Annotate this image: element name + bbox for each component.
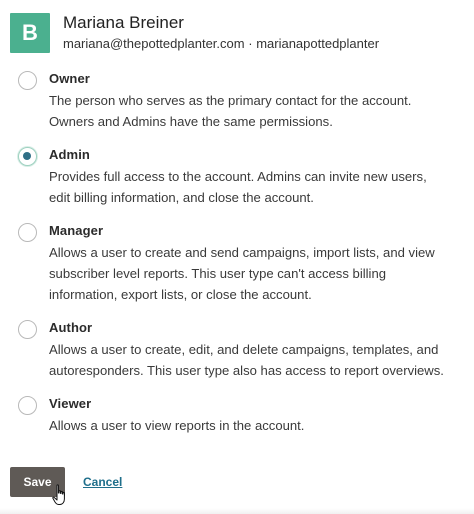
role-description: Allows a user to create, edit, and delet…: [49, 342, 444, 378]
user-username: marianapottedplanter: [256, 36, 380, 51]
radio-author[interactable]: [18, 320, 37, 339]
user-info: Mariana Breiner mariana@thepottedplanter…: [63, 12, 379, 53]
role-body: Author Allows a user to create, edit, an…: [49, 318, 468, 381]
user-header: B Mariana Breiner mariana@thepottedplant…: [10, 13, 379, 53]
role-description: The person who serves as the primary con…: [49, 93, 412, 129]
radio-viewer[interactable]: [18, 396, 37, 415]
user-name: Mariana Breiner: [63, 13, 184, 32]
role-option-admin[interactable]: Admin Provides full access to the accoun…: [18, 145, 468, 208]
separator: ·: [248, 36, 253, 51]
cancel-link[interactable]: Cancel: [83, 475, 122, 489]
role-option-viewer[interactable]: Viewer Allows a user to view reports in …: [18, 394, 468, 436]
role-title: Owner: [49, 71, 90, 86]
role-body: Owner The person who serves as the prima…: [49, 69, 468, 132]
radio-admin[interactable]: [18, 147, 37, 166]
user-role-settings: B Mariana Breiner mariana@thepottedplant…: [0, 0, 474, 514]
radio-manager[interactable]: [18, 223, 37, 242]
role-option-owner[interactable]: Owner The person who serves as the prima…: [18, 69, 468, 132]
role-title: Author: [49, 320, 93, 335]
user-email: mariana@thepottedplanter.com: [63, 36, 245, 51]
avatar: B: [10, 13, 50, 53]
role-title: Viewer: [49, 396, 92, 411]
role-option-manager[interactable]: Manager Allows a user to create and send…: [18, 221, 468, 305]
role-body: Manager Allows a user to create and send…: [49, 221, 468, 305]
hand-pointer-icon: [52, 484, 65, 505]
role-description: Provides full access to the account. Adm…: [49, 169, 427, 205]
role-title: Admin: [49, 147, 90, 162]
role-options: Owner The person who serves as the prima…: [18, 69, 468, 449]
role-title: Manager: [49, 223, 104, 238]
role-description: Allows a user to view reports in the acc…: [49, 418, 305, 433]
role-option-author[interactable]: Author Allows a user to create, edit, an…: [18, 318, 468, 381]
role-description: Allows a user to create and send campaig…: [49, 245, 435, 302]
radio-owner[interactable]: [18, 71, 37, 90]
bottom-shadow: [0, 508, 474, 514]
role-body: Viewer Allows a user to view reports in …: [49, 394, 468, 436]
role-body: Admin Provides full access to the accoun…: [49, 145, 468, 208]
user-contact: mariana@thepottedplanter.com · marianapo…: [63, 35, 379, 53]
